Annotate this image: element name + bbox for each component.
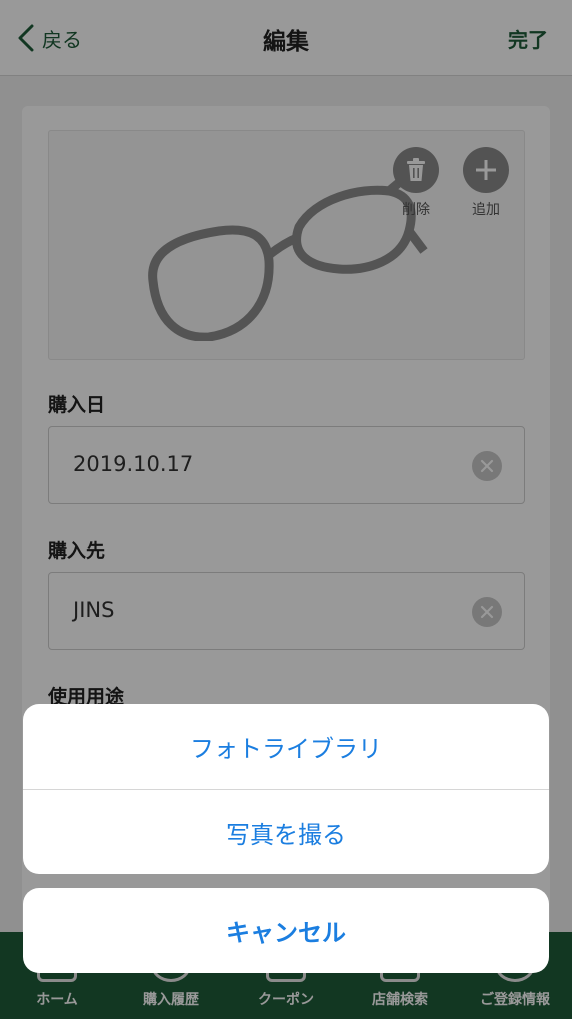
take-photo-option[interactable]: 写真を撮る bbox=[23, 789, 549, 874]
cancel-button[interactable]: キャンセル bbox=[23, 888, 549, 973]
photo-library-option[interactable]: フォトライブラリ bbox=[23, 704, 549, 789]
action-sheet: フォトライブラリ 写真を撮る bbox=[23, 704, 549, 874]
